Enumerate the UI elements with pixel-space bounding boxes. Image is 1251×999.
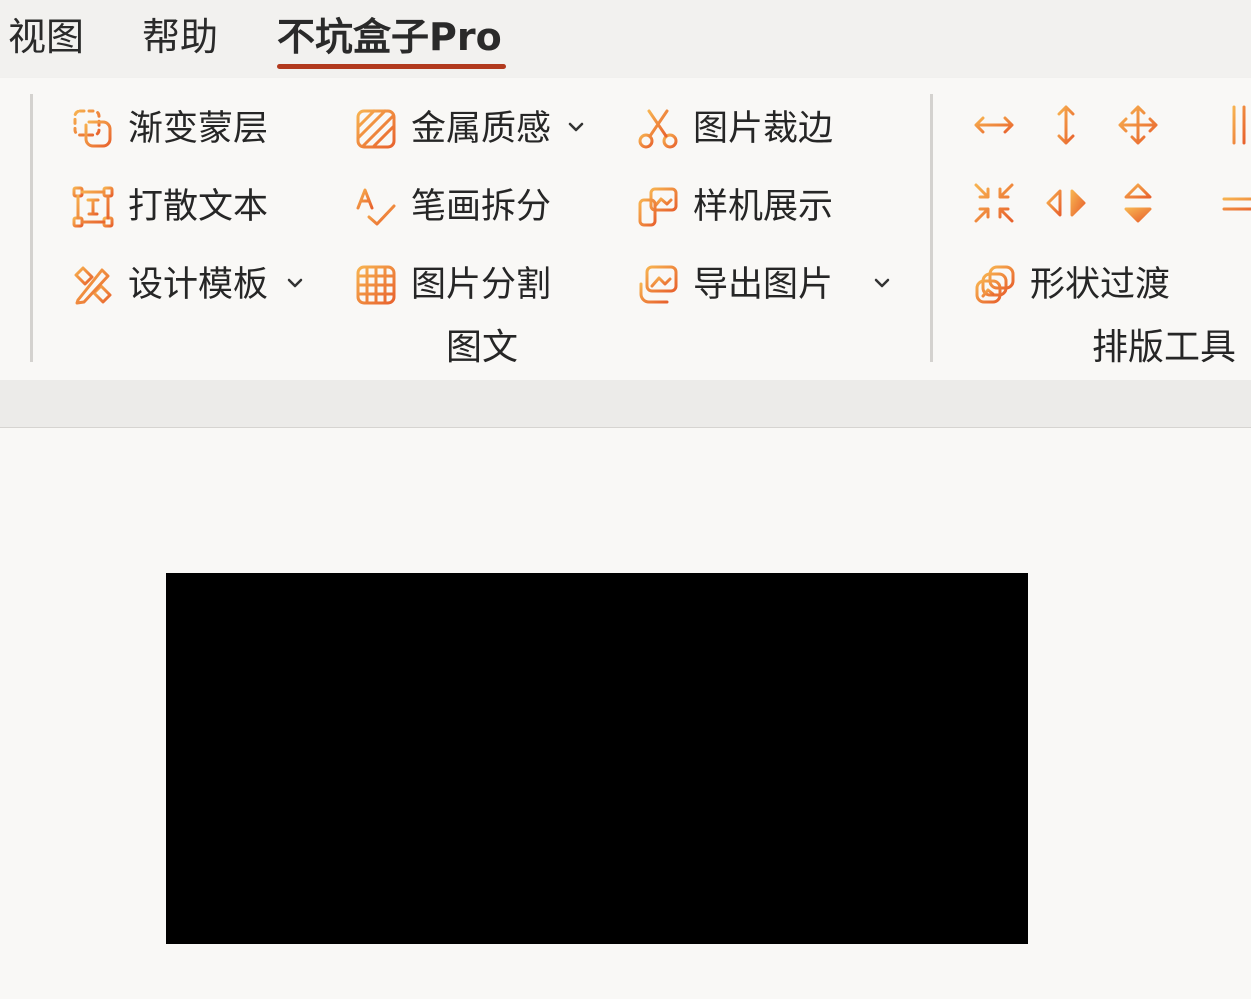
break-text-label: 打散文本 (128, 187, 269, 227)
tab-view[interactable]: 视图 (8, 12, 84, 62)
metal-texture-button[interactable]: 金属质感 (355, 100, 595, 160)
design-template-label: 设计模板 (128, 265, 269, 305)
flip-horizontal-icon[interactable] (1044, 181, 1088, 225)
shape-transition-button[interactable]: 形状过渡 (974, 256, 1194, 316)
stroke-split-button[interactable]: 笔画拆分 (355, 178, 575, 238)
shape-transition-label: 形状过渡 (1030, 265, 1171, 305)
group-separator-left (30, 94, 33, 362)
horizontal-distribute-icon[interactable] (972, 103, 1016, 147)
flip-vertical-icon[interactable] (1116, 181, 1160, 225)
shrink-icon[interactable] (972, 181, 1016, 225)
image-grid-split-button[interactable]: 图片分割 (355, 256, 575, 316)
move-arrows-icon[interactable] (1116, 103, 1160, 147)
group-separator-middle (930, 94, 933, 362)
gradient-mask-label: 渐变蒙层 (128, 109, 269, 149)
ribbon-bottom-strip (0, 380, 1251, 428)
grid-split-icon (355, 264, 397, 306)
image-crop-edge-label: 图片裁边 (693, 109, 834, 149)
break-text-icon (72, 186, 114, 228)
vertical-distribute-icon[interactable] (1044, 103, 1088, 147)
design-template-button[interactable]: 设计模板 (72, 256, 312, 316)
gradient-mask-icon (72, 108, 114, 150)
chevron-down-icon[interactable] (284, 272, 306, 294)
stroke-split-label: 笔画拆分 (411, 187, 552, 227)
scissors-icon (637, 108, 679, 150)
group-label-graphics-text: 图文 (446, 327, 519, 368)
image-grid-split-label: 图片分割 (411, 265, 552, 305)
metal-texture-icon (355, 108, 397, 150)
export-image-label: 导出图片 (693, 265, 834, 305)
ribbon-tab-bar: 视图 帮助 不坑盒子Pro (0, 0, 1251, 78)
design-template-icon (72, 264, 114, 306)
tab-bukeng-box-pro[interactable]: 不坑盒子Pro (277, 12, 502, 62)
mockup-display-label: 样机展示 (693, 187, 834, 227)
group-label-layout-tools: 排版工具 (1092, 327, 1237, 368)
chevron-down-icon[interactable] (871, 272, 893, 294)
mockup-display-button[interactable]: 样机展示 (637, 178, 847, 238)
stroke-split-icon (355, 186, 397, 228)
chevron-down-icon[interactable] (565, 116, 587, 138)
export-image-icon (637, 264, 679, 306)
metal-texture-label: 金属质感 (411, 109, 552, 149)
active-tab-indicator (277, 64, 506, 69)
mockup-icon (637, 186, 679, 228)
gradient-mask-button[interactable]: 渐变蒙层 (72, 100, 292, 160)
align-rows-icon[interactable] (1222, 181, 1251, 225)
align-columns-icon[interactable] (1226, 103, 1251, 147)
shape-transition-icon (974, 264, 1016, 306)
slide-black-rectangle[interactable] (166, 573, 1028, 944)
ribbon-panel: 渐变蒙层 金属质感 图片裁边 打散文本 笔画拆分 样机展示 设计模板 图片分割 … (0, 78, 1251, 380)
break-text-button[interactable]: 打散文本 (72, 178, 292, 238)
image-crop-edge-button[interactable]: 图片裁边 (637, 100, 847, 160)
export-image-button[interactable]: 导出图片 (637, 256, 897, 316)
tab-help[interactable]: 帮助 (142, 12, 218, 62)
